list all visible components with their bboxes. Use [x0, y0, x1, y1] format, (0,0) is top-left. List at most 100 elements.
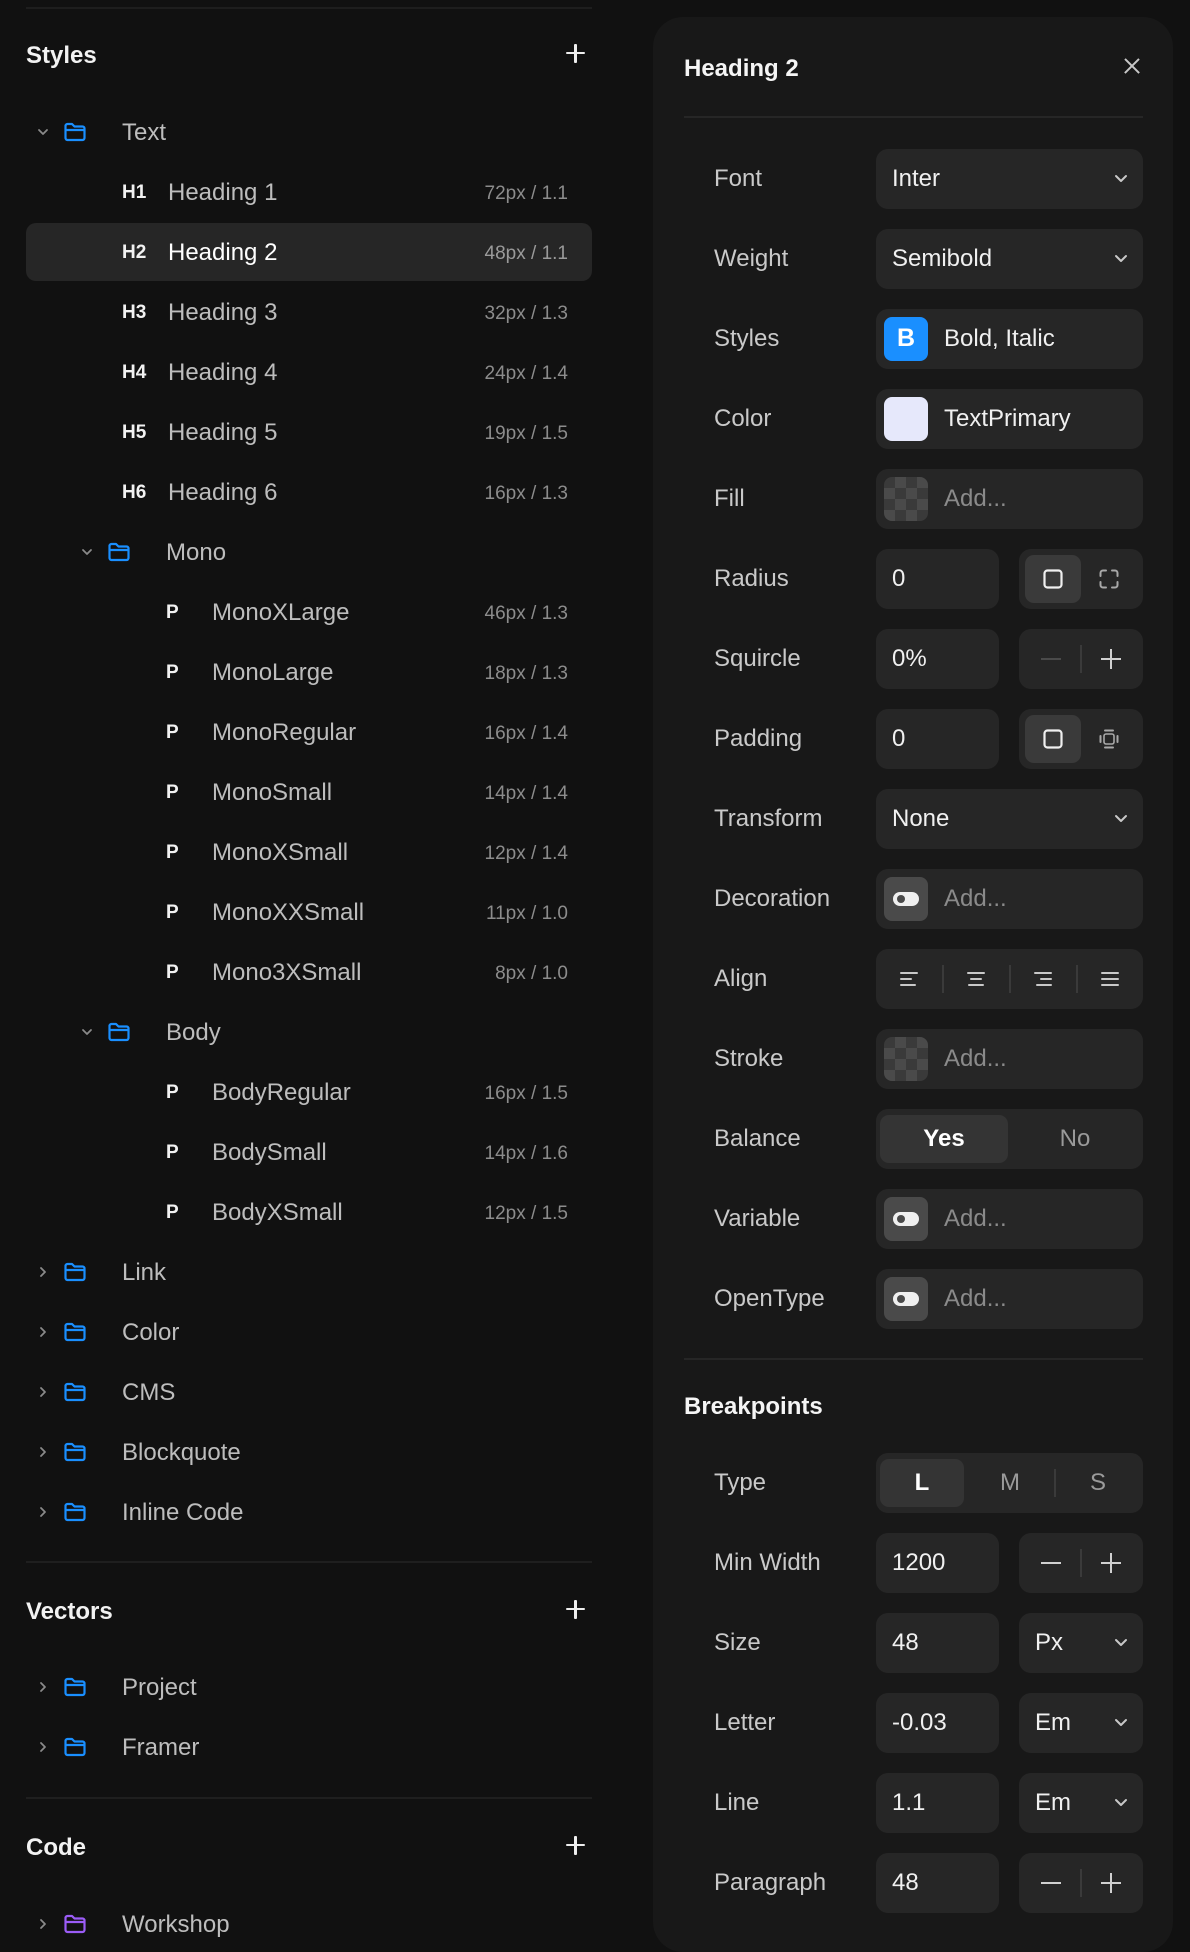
chevron-down-icon[interactable]	[36, 125, 50, 139]
fill-picker[interactable]: Add...	[876, 469, 1143, 529]
chevron-right-icon[interactable]	[36, 1385, 50, 1399]
prop-label: Balance	[714, 1125, 801, 1152]
style-name: MonoXXSmall	[212, 899, 365, 926]
chevron-right-icon[interactable]	[36, 1917, 50, 1931]
chevron-right-icon[interactable]	[36, 1265, 50, 1279]
style-item[interactable]: P MonoSmall 14px / 1.4	[26, 763, 592, 821]
style-item[interactable]: H6 Heading 6 16px / 1.3	[26, 463, 592, 521]
letter-input[interactable]: -0.03	[876, 1693, 999, 1753]
style-item[interactable]: P Mono3XSmall 8px / 1.0	[26, 943, 592, 1001]
style-item[interactable]: P MonoRegular 16px / 1.4	[26, 703, 592, 761]
increment-button[interactable]	[1081, 1853, 1141, 1913]
style-tag: P	[166, 1202, 179, 1223]
vectors-section-header: Vectors	[26, 1592, 592, 1632]
transform-select[interactable]: None	[876, 789, 1143, 849]
line-input[interactable]: 1.1	[876, 1773, 999, 1833]
style-item[interactable]: H2 Heading 2 48px / 1.1	[26, 223, 592, 281]
stroke-picker[interactable]: Add...	[876, 1029, 1143, 1089]
add-style-button[interactable]	[558, 36, 592, 70]
color-picker[interactable]: TextPrimary	[876, 389, 1143, 449]
opentype-picker[interactable]: Add...	[876, 1269, 1143, 1329]
increment-button[interactable]	[1081, 1533, 1141, 1593]
align-right-button[interactable]	[1010, 949, 1076, 1009]
add-code-button[interactable]	[558, 1828, 592, 1862]
align-justify-button[interactable]	[1077, 949, 1143, 1009]
prop-radius: Radius 0	[684, 549, 1143, 609]
size-unit-select[interactable]: Px	[1019, 1613, 1143, 1673]
weight-select[interactable]: Semibold	[876, 229, 1143, 289]
folder-project[interactable]: Project	[26, 1658, 592, 1716]
decrement-button[interactable]	[1021, 1853, 1081, 1913]
letter-unit-select[interactable]: Em	[1019, 1693, 1143, 1753]
radius-uniform-button[interactable]	[1025, 555, 1081, 603]
squircle-input[interactable]: 0%	[876, 629, 999, 689]
paragraph-input[interactable]: 48	[876, 1853, 999, 1913]
style-item[interactable]: H4 Heading 4 24px / 1.4	[26, 343, 592, 401]
breakpoint-l-button[interactable]: L	[880, 1459, 964, 1507]
balance-no-button[interactable]: No	[1011, 1115, 1139, 1163]
breakpoint-m-button[interactable]: M	[968, 1459, 1052, 1507]
prop-label: Line	[714, 1789, 760, 1816]
folder-blockquote[interactable]: Blockquote	[26, 1423, 592, 1481]
chevron-down-icon	[1113, 252, 1129, 266]
prop-stroke: Stroke Add...	[684, 1029, 1143, 1089]
folder-framer[interactable]: Framer	[26, 1718, 592, 1776]
size-input[interactable]: 48	[876, 1613, 999, 1673]
padding-mode-toggle	[1019, 709, 1143, 769]
prop-label: Paragraph	[714, 1869, 827, 1896]
decoration-picker[interactable]: Add...	[876, 869, 1143, 929]
padding-input[interactable]: 0	[876, 709, 999, 769]
folder-body[interactable]: Body	[26, 1003, 592, 1061]
squircle-value: 0%	[892, 645, 927, 672]
style-item[interactable]: H5 Heading 5 19px / 1.5	[26, 403, 592, 461]
decrement-button[interactable]	[1021, 1533, 1081, 1593]
folder-text[interactable]: Text	[26, 103, 592, 161]
radius-individual-button[interactable]	[1081, 555, 1137, 603]
style-item[interactable]: P BodyXSmall 12px / 1.5	[26, 1183, 592, 1241]
align-center-button[interactable]	[943, 949, 1009, 1009]
folder-color[interactable]: Color	[26, 1303, 592, 1361]
folder-workshop[interactable]: Workshop	[26, 1895, 592, 1952]
padding-individual-button[interactable]	[1081, 715, 1137, 763]
chevron-right-icon[interactable]	[36, 1445, 50, 1459]
style-item[interactable]: P MonoXXSmall 11px / 1.0	[26, 883, 592, 941]
style-item[interactable]: H3 Heading 3 32px / 1.3	[26, 283, 592, 341]
padding-uniform-button[interactable]	[1025, 715, 1081, 763]
style-item[interactable]: P BodyRegular 16px / 1.5	[26, 1063, 592, 1121]
chevron-down-icon[interactable]	[80, 545, 94, 559]
decrement-button[interactable]	[1021, 629, 1081, 689]
style-item[interactable]: P BodySmall 14px / 1.6	[26, 1123, 592, 1181]
add-vector-button[interactable]	[558, 1592, 592, 1626]
folder-mono[interactable]: Mono	[26, 523, 592, 581]
folder-link[interactable]: Link	[26, 1243, 592, 1301]
style-item[interactable]: P MonoXLarge 46px / 1.3	[26, 583, 592, 641]
font-select[interactable]: Inter	[876, 149, 1143, 209]
chevron-right-icon[interactable]	[36, 1680, 50, 1694]
style-item[interactable]: H1 Heading 1 72px / 1.1	[26, 163, 592, 221]
chevron-right-icon[interactable]	[36, 1325, 50, 1339]
radius-input[interactable]: 0	[876, 549, 999, 609]
chevron-down-icon[interactable]	[80, 1025, 94, 1039]
style-item[interactable]: P MonoXSmall 12px / 1.4	[26, 823, 592, 881]
style-tag: H6	[122, 482, 147, 503]
min-width-input[interactable]: 1200	[876, 1533, 999, 1593]
prop-label: OpenType	[714, 1285, 825, 1312]
style-item[interactable]: P MonoLarge 18px / 1.3	[26, 643, 592, 701]
breakpoint-s-button[interactable]: S	[1056, 1459, 1140, 1507]
styles-sidebar: Styles Text H1 Heading 1 72px / 1.1 H2 Headin…	[0, 0, 622, 1952]
min-width-stepper	[1019, 1533, 1143, 1593]
folder-icon	[62, 1674, 88, 1700]
line-unit-select[interactable]: Em	[1019, 1773, 1143, 1833]
align-left-button[interactable]	[876, 949, 942, 1009]
chevron-right-icon[interactable]	[36, 1740, 50, 1754]
style-size: 32px / 1.3	[484, 303, 568, 324]
styles-picker[interactable]: B Bold, Italic	[876, 309, 1143, 369]
increment-button[interactable]	[1081, 629, 1141, 689]
folder-cms[interactable]: CMS	[26, 1363, 592, 1421]
folder-inline-code[interactable]: Inline Code	[26, 1483, 592, 1541]
balance-yes-button[interactable]: Yes	[880, 1115, 1008, 1163]
chevron-right-icon[interactable]	[36, 1505, 50, 1519]
variable-placeholder: Add...	[944, 1205, 1007, 1232]
variable-picker[interactable]: Add...	[876, 1189, 1143, 1249]
close-icon[interactable]	[1119, 53, 1145, 79]
